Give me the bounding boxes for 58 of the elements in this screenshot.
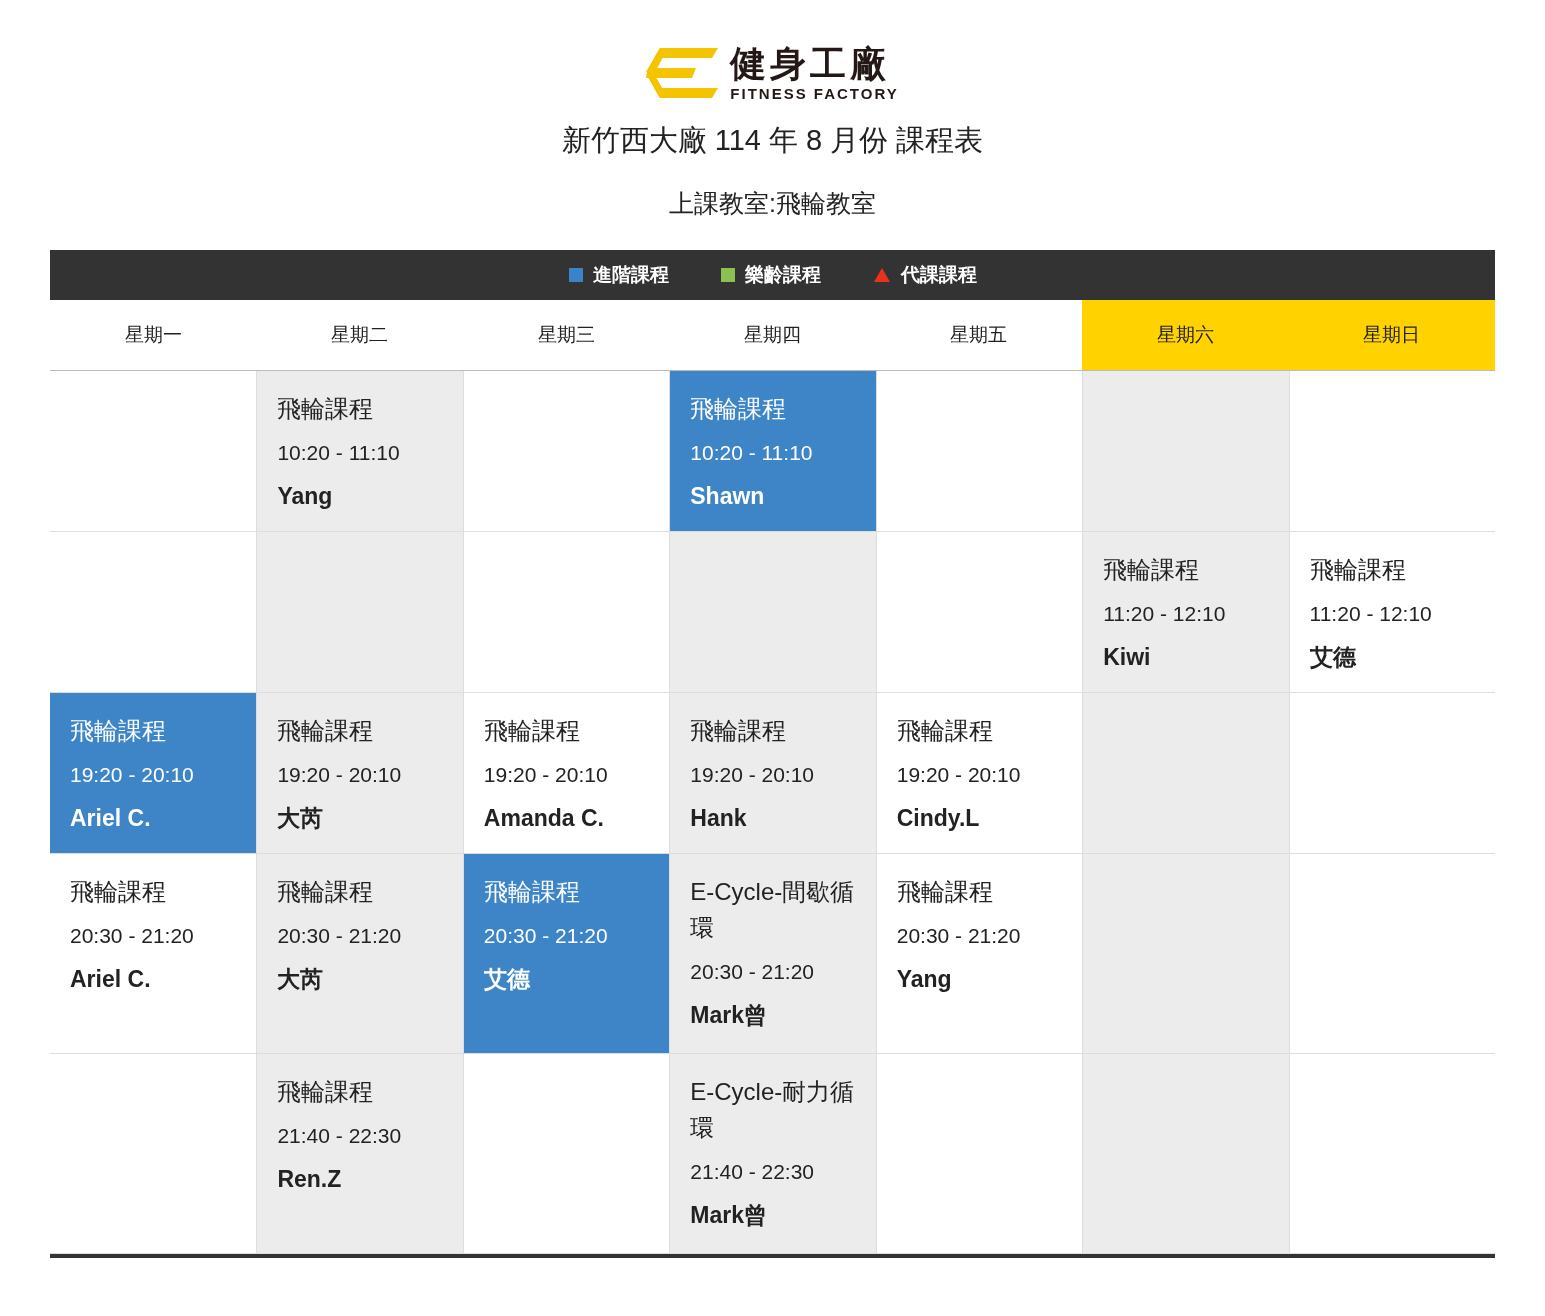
coach-name: Ariel C. — [70, 803, 152, 833]
classroom-label: 上課教室:飛輪教室 — [669, 187, 876, 219]
course-title: 飛輪課程 — [690, 394, 788, 424]
course-title: E-Cycle-耐力循環 — [690, 1077, 856, 1143]
day-header: 星期日 — [1288, 300, 1495, 370]
class-time: 11:20 - 12:10 — [1103, 601, 1227, 627]
class-time: 21:40 - 22:30 — [277, 1123, 403, 1149]
course-title: 飛輪課程 — [277, 877, 375, 907]
legend-label: 樂齡課程 — [744, 262, 821, 287]
coach-name: 大芮 — [277, 964, 325, 994]
coach-name: Cindy.L — [896, 803, 981, 833]
class-time: 10:20 - 11:10 — [690, 440, 814, 466]
class-time: 11:20 - 12:10 — [1309, 601, 1433, 627]
course-title: 飛輪課程 — [277, 716, 375, 746]
coach-name: Hank — [690, 803, 748, 833]
class-time: 20:30 - 21:20 — [277, 923, 403, 949]
logo-name: 健身工廠 — [730, 46, 892, 82]
coach-name: 艾德 — [1309, 642, 1358, 672]
class-time: 19:20 - 20:10 — [70, 762, 195, 788]
class-time: 20:30 - 21:20 — [896, 923, 1022, 949]
coach-name: Kiwi — [1103, 642, 1152, 672]
coach-name: Yang — [277, 481, 334, 511]
coach-name: Amanda C. — [483, 803, 605, 833]
course-title: 飛輪課程 — [483, 877, 581, 907]
course-title: E-Cycle-間歇循環 — [690, 877, 856, 943]
legend-label: 進階課程 — [592, 262, 669, 287]
class-time: 21:40 - 22:30 — [690, 1159, 816, 1185]
class-time: 19:20 - 20:10 — [690, 762, 816, 788]
coach-name: 艾德 — [483, 964, 532, 994]
class-time: 20:30 - 21:20 — [690, 959, 816, 985]
coach-name: 大芮 — [277, 803, 325, 833]
coach-name: Mark曾 — [690, 1000, 768, 1030]
course-title: 飛輪課程 — [690, 716, 788, 746]
logo-subtitle: FITNESS FACTORY — [730, 86, 899, 101]
course-title: 飛輪課程 — [896, 877, 994, 907]
coach-name: Shawn — [690, 481, 766, 511]
day-header: 星期六 — [1082, 300, 1289, 370]
schedule-title: 新竹西大廠 114 年 8 月份 課程表 — [561, 123, 984, 158]
class-time: 19:20 - 20:10 — [896, 762, 1022, 788]
class-time: 20:30 - 21:20 — [483, 923, 609, 949]
logo-icon — [646, 47, 719, 100]
course-title: 飛輪課程 — [277, 1077, 375, 1107]
course-title: 飛輪課程 — [483, 716, 581, 746]
course-title: 飛輪課程 — [896, 716, 994, 746]
course-title: 飛輪課程 — [70, 877, 167, 907]
class-time: 19:20 - 20:10 — [277, 762, 403, 788]
coach-name: Mark曾 — [690, 1200, 768, 1230]
coach-name: Ariel C. — [70, 964, 152, 994]
legend-label: 代課課程 — [900, 262, 977, 287]
course-title: 飛輪課程 — [70, 716, 167, 746]
course-title: 飛輪課程 — [277, 394, 375, 424]
coach-name: Ren.Z — [277, 1164, 343, 1194]
class-time: 19:20 - 20:10 — [483, 762, 609, 788]
class-time: 10:20 - 11:10 — [277, 440, 401, 466]
coach-name: Yang — [896, 964, 953, 994]
class-time: 20:30 - 21:20 — [70, 923, 195, 949]
course-title: 飛輪課程 — [1309, 555, 1407, 585]
course-title: 飛輪課程 — [1103, 555, 1201, 585]
